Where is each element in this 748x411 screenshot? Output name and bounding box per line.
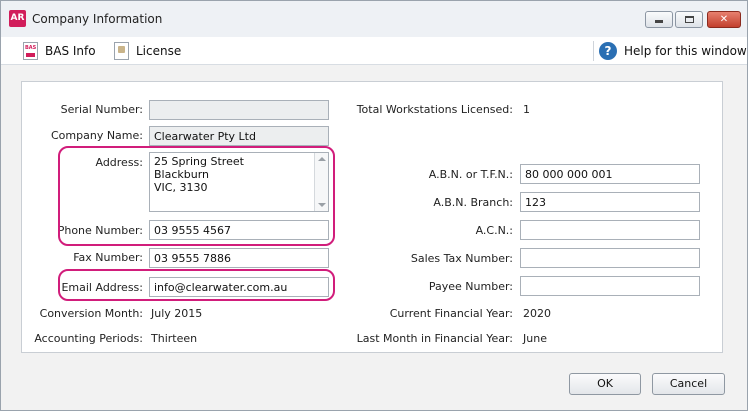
- help-label: Help for this window: [624, 44, 747, 58]
- phone-number-label: Phone Number:: [57, 224, 143, 237]
- bas-document-icon: BAS: [23, 42, 38, 60]
- abn-field[interactable]: 80 000 000 001: [520, 164, 700, 184]
- app-logo-icon: AR: [9, 10, 26, 27]
- fax-number-label: Fax Number:: [73, 251, 143, 264]
- accounting-periods-value: Thirteen: [151, 332, 198, 345]
- last-month-financial-year-label: Last Month in Financial Year:: [356, 332, 513, 345]
- maximize-button[interactable]: [675, 11, 703, 28]
- close-button[interactable]: ✕: [707, 11, 741, 28]
- bas-info-label: BAS Info: [45, 44, 96, 58]
- total-workstations-value: 1: [523, 103, 530, 116]
- license-certificate-icon: [114, 42, 129, 60]
- minimize-button[interactable]: [645, 11, 673, 28]
- scroll-down-arrow-icon[interactable]: [318, 203, 326, 207]
- address-scrollbar[interactable]: [314, 153, 328, 211]
- fax-number-field[interactable]: 03 9555 7886: [149, 248, 329, 268]
- email-address-field[interactable]: info@clearwater.com.au: [149, 277, 329, 297]
- ok-button[interactable]: OK: [569, 373, 641, 395]
- abn-branch-field[interactable]: 123: [520, 192, 700, 212]
- company-name-label: Company Name:: [51, 129, 143, 142]
- license-label: License: [136, 44, 182, 58]
- current-financial-year-label: Current Financial Year:: [389, 307, 513, 320]
- cancel-button[interactable]: Cancel: [652, 373, 725, 395]
- help-button[interactable]: ? Help for this window: [599, 41, 747, 61]
- help-icon: ?: [599, 42, 617, 60]
- bas-info-button[interactable]: BAS BAS Info: [23, 41, 96, 61]
- payee-number-label: Payee Number:: [428, 280, 513, 293]
- acn-label: A.C.N.:: [475, 224, 513, 237]
- abn-label: A.B.N. or T.F.N.:: [428, 168, 513, 181]
- company-name-field: Clearwater Pty Ltd: [149, 126, 329, 146]
- scroll-up-arrow-icon[interactable]: [318, 157, 326, 161]
- serial-number-label: Serial Number:: [60, 103, 143, 116]
- conversion-month-label: Conversion Month:: [39, 307, 143, 320]
- toolbar: BAS BAS Info License ? Help for this win…: [1, 37, 747, 65]
- payee-number-field[interactable]: [520, 276, 700, 296]
- total-workstations-label: Total Workstations Licensed:: [356, 103, 513, 116]
- acn-field[interactable]: [520, 220, 700, 240]
- address-line-2: Blackburn: [154, 168, 210, 181]
- current-financial-year-value: 2020: [523, 307, 551, 320]
- address-line-3: VIC, 3130: [154, 181, 208, 194]
- accounting-periods-label: Accounting Periods:: [34, 332, 143, 345]
- address-textarea[interactable]: 25 Spring Street Blackburn VIC, 3130: [149, 152, 329, 212]
- license-button[interactable]: License: [114, 41, 181, 61]
- last-month-financial-year-value: June: [523, 332, 547, 345]
- toolbar-divider: [593, 41, 594, 61]
- abn-branch-label: A.B.N. Branch:: [433, 196, 513, 209]
- address-line-1: 25 Spring Street: [154, 155, 244, 168]
- sales-tax-number-label: Sales Tax Number:: [410, 252, 513, 265]
- address-label: Address:: [95, 156, 143, 169]
- minimize-icon: [646, 12, 672, 27]
- phone-number-field[interactable]: 03 9555 4567: [149, 220, 329, 240]
- sales-tax-number-field[interactable]: [520, 248, 700, 268]
- window-title: Company Information: [32, 12, 163, 26]
- maximize-icon: [676, 12, 702, 27]
- close-icon: ✕: [719, 14, 729, 25]
- company-information-window: AR Company Information ✕ BAS BAS Info Li…: [0, 0, 748, 411]
- serial-number-field: [149, 100, 329, 120]
- conversion-month-value: July 2015: [151, 307, 203, 320]
- email-address-label: Email Address:: [61, 281, 143, 294]
- title-bar[interactable]: AR Company Information ✕: [1, 1, 747, 37]
